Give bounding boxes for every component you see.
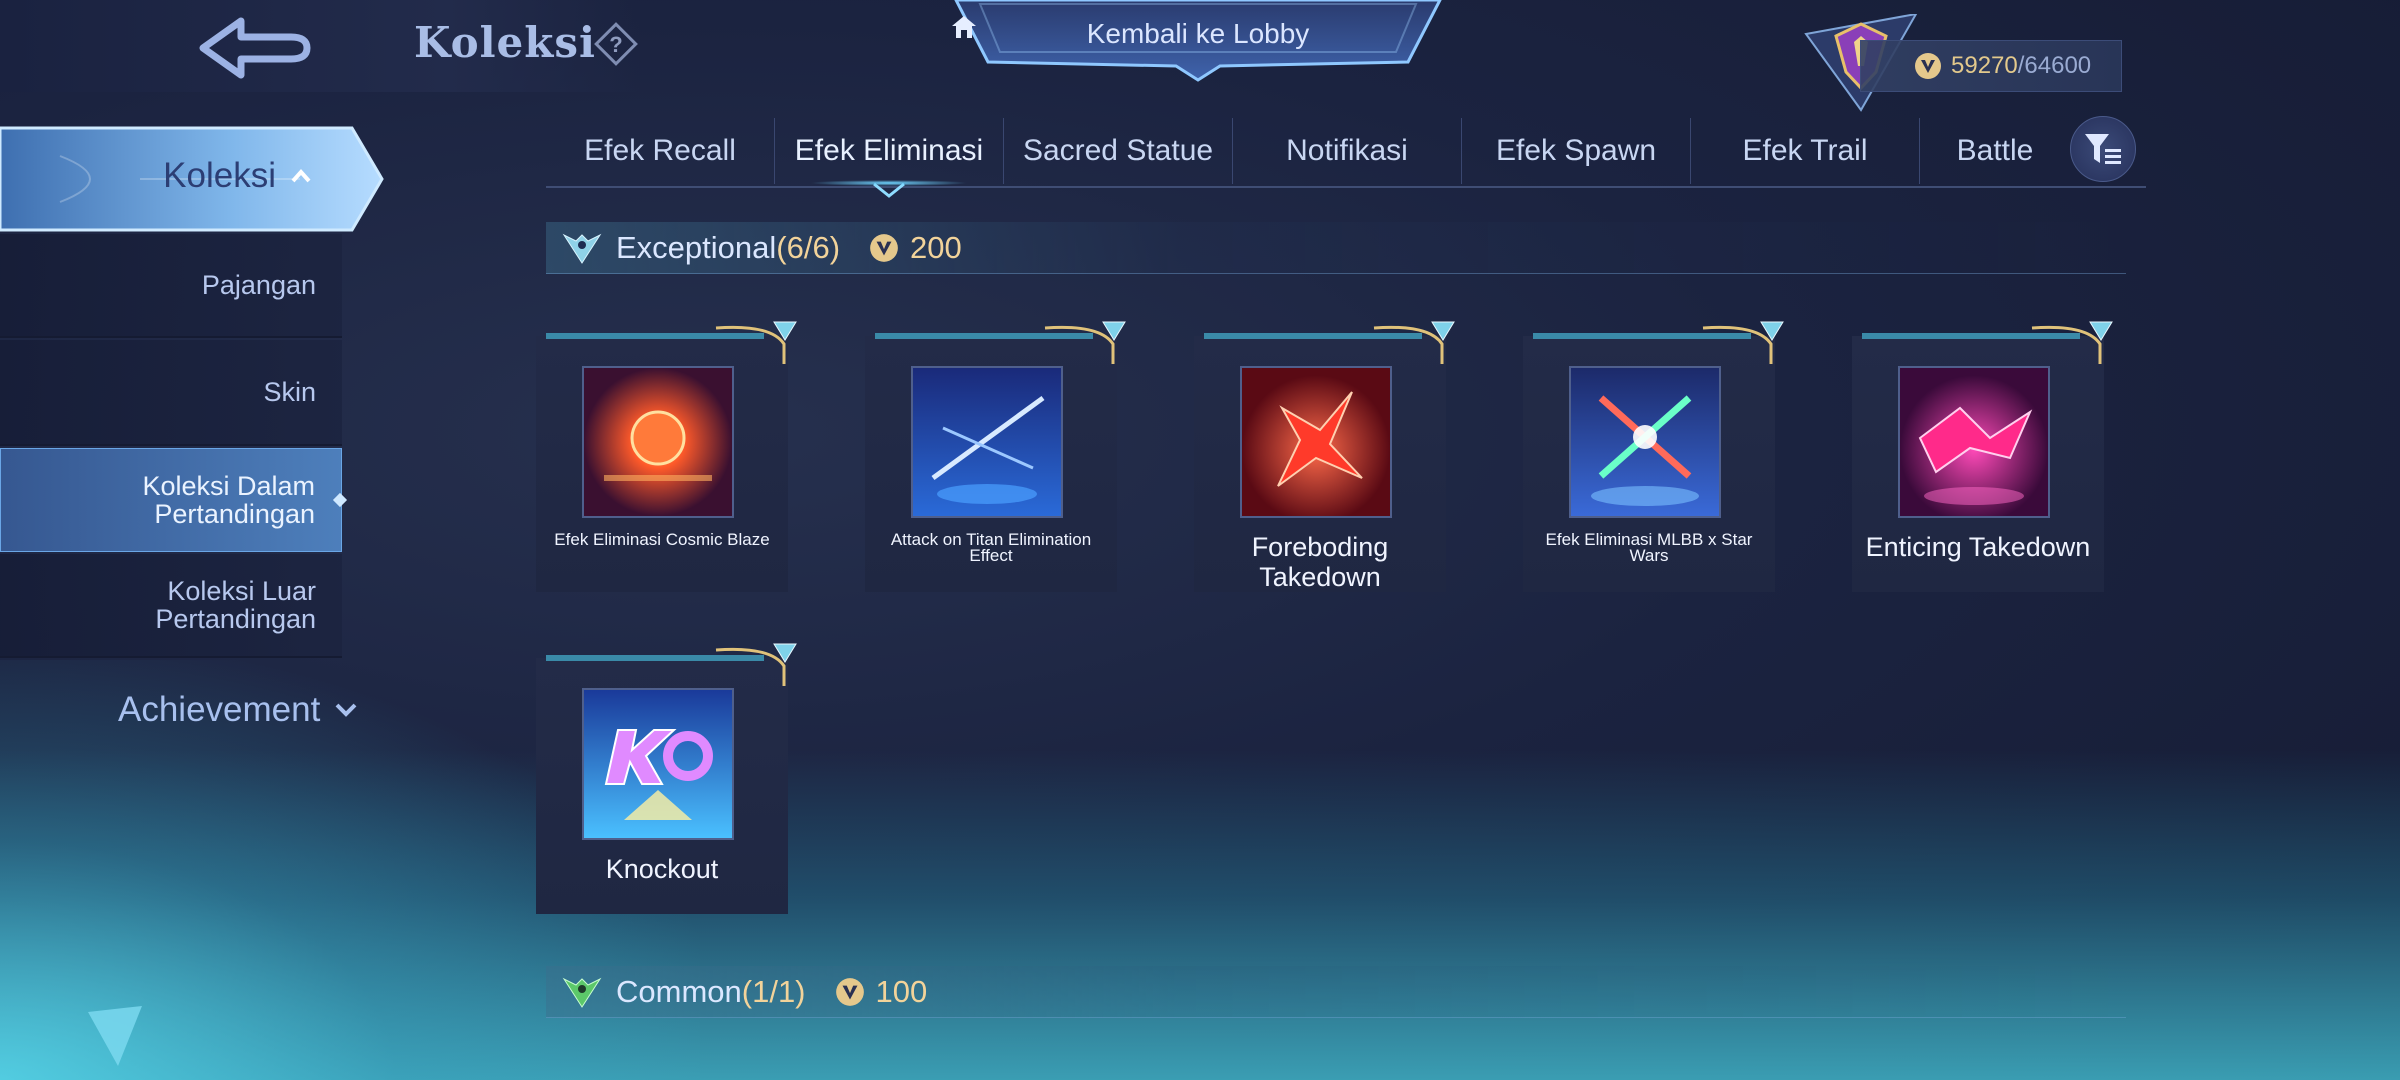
- sidebar-item-label: Skin: [263, 377, 316, 407]
- item-name: Knockout: [605, 854, 719, 884]
- back-to-lobby-button[interactable]: Kembali ke Lobby: [950, 0, 1446, 82]
- item-card[interactable]: Enticing Takedown: [1852, 321, 2113, 592]
- tab-label: Efek Trail: [1742, 134, 1868, 167]
- tab-efek-trail[interactable]: Efek Trail: [1691, 118, 1920, 184]
- tab-label: Efek Spawn: [1495, 134, 1657, 167]
- card-top-ornament: [1533, 321, 1784, 364]
- points-current: 59270: [1951, 52, 2018, 79]
- decorative-triangle-icon: [88, 1006, 142, 1066]
- item-card[interactable]: Efek Eliminasi MLBB x Star Wars: [1523, 321, 1784, 592]
- knockout-icon: [582, 688, 734, 840]
- chevron-down-icon: [335, 703, 357, 717]
- tab-efek-recall[interactable]: Efek Recall: [546, 118, 775, 184]
- item-name: Attack on Titan Elimination Effect: [890, 530, 1092, 565]
- sidebar-item-koleksi-dalam-pertandingan[interactable]: Koleksi Dalam Pertandingan: [0, 448, 348, 552]
- back-arrow-icon: [199, 17, 311, 79]
- section-cost: 100: [834, 973, 928, 1010]
- tab-battle[interactable]: Battle: [1920, 118, 2070, 184]
- tab-notifikasi[interactable]: Notifikasi: [1233, 118, 1462, 184]
- item-name: Efek Eliminasi MLBB x Star Wars: [1545, 530, 1753, 565]
- section-count: (6/6): [776, 229, 841, 265]
- filter-button[interactable]: [2070, 116, 2136, 182]
- tab-label: Notifikasi: [1286, 134, 1408, 167]
- page-title: Koleksi: [414, 18, 596, 67]
- section-cost-value: 200: [910, 229, 962, 265]
- item-card[interactable]: Foreboding Takedown: [1194, 321, 1455, 592]
- common-tier-icon: [562, 977, 602, 1008]
- tab-efek-spawn[interactable]: Efek Spawn: [1462, 118, 1691, 184]
- back-button[interactable]: [190, 8, 320, 88]
- sidebar-item-pajangan[interactable]: Pajangan: [0, 234, 342, 338]
- card-top-ornament: [546, 321, 797, 364]
- sidebar-item-skin[interactable]: Skin: [0, 340, 342, 446]
- achievement-label: Achievement: [118, 690, 321, 729]
- active-indicator: [332, 492, 348, 508]
- card-top-ornament: [1204, 321, 1455, 364]
- item-card[interactable]: Knockout: [536, 643, 797, 914]
- section-title-text: Exceptional: [616, 229, 777, 265]
- enticing-takedown-icon: [1898, 366, 2050, 518]
- item-card[interactable]: Efek Eliminasi Cosmic Blaze: [536, 321, 797, 592]
- sidebar-item-label: Koleksi Dalam Pertandingan: [142, 471, 315, 529]
- points-max: /64600: [2017, 52, 2092, 79]
- svg-text:?: ?: [609, 32, 622, 57]
- section-count: (1/1): [741, 973, 806, 1009]
- collection-points: 59270/64600: [1860, 40, 2122, 92]
- tab-efek-eliminasi[interactable]: Efek Eliminasi: [775, 118, 1004, 198]
- active-tab-caret-icon: [873, 182, 905, 198]
- section-cost-value: 100: [875, 973, 928, 1009]
- tab-label: Efek Eliminasi: [794, 134, 984, 167]
- tab-label: Sacred Statue: [1022, 134, 1214, 167]
- card-top-ornament: [1862, 321, 2113, 364]
- sidebar-item-koleksi-luar-pertandingan[interactable]: Koleksi Luar Pertandingan: [0, 554, 342, 658]
- attack-on-titan-icon: [911, 366, 1063, 518]
- sidebar-achievement[interactable]: Achievement: [118, 690, 358, 730]
- lobby-label: Kembali ke Lobby: [1086, 18, 1310, 49]
- filter-icon: [2085, 134, 2121, 164]
- sidebar-item-label: Pajangan: [201, 270, 316, 300]
- section-header-exceptional: Exceptional(6/6) 200: [546, 222, 2126, 274]
- item-name: Foreboding Takedown: [1251, 532, 1389, 592]
- section-title: Common(1/1): [616, 974, 806, 1010]
- collection-point-icon: [835, 977, 864, 1006]
- section-cost: 200: [868, 230, 962, 266]
- exceptional-tier-icon: [562, 233, 602, 264]
- item-name: Enticing Takedown: [1865, 532, 2091, 562]
- sidebar-item-label: Koleksi Luar Pertandingan: [155, 576, 316, 634]
- item-card[interactable]: Attack on Titan Elimination Effect: [865, 321, 1126, 592]
- star-wars-icon: [1569, 366, 1721, 518]
- bottom-glow: [0, 750, 2400, 1080]
- help-icon[interactable]: ?: [592, 20, 640, 68]
- tab-label: Battle: [1956, 134, 2034, 167]
- sidebar-koleksi-label: Koleksi: [163, 156, 276, 195]
- collection-point-icon: [1915, 53, 1941, 79]
- sidebar-koleksi[interactable]: Koleksi: [0, 126, 384, 232]
- section-title: Exceptional(6/6): [616, 230, 840, 266]
- tab-label: Efek Recall: [584, 134, 736, 167]
- tab-sacred-statue[interactable]: Sacred Statue: [1004, 118, 1233, 184]
- card-top-ornament: [546, 643, 797, 686]
- category-tabs: Efek Recall Efek Eliminasi Sacred Statue…: [546, 118, 2146, 198]
- section-header-common: Common(1/1) 100: [546, 966, 2126, 1018]
- card-top-ornament: [875, 321, 1126, 364]
- chevron-up-icon: [291, 168, 311, 183]
- cosmic-blaze-icon: [582, 366, 734, 518]
- home-icon: [952, 16, 976, 38]
- foreboding-takedown-icon: [1240, 366, 1392, 518]
- collection-point-icon: [870, 233, 898, 262]
- section-title-text: Common: [616, 973, 742, 1009]
- item-name: Efek Eliminasi Cosmic Blaze: [554, 530, 770, 549]
